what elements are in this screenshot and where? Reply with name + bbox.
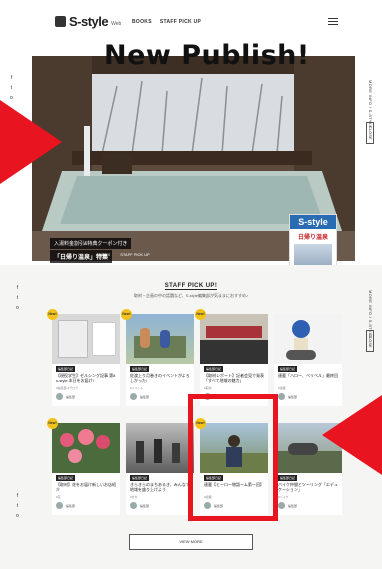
card-category: 編集部日記 <box>278 475 298 481</box>
staff-card[interactable]: 編集部日記 【取材】花をお届け新しいお店紹介 #花 編集部 <box>52 423 120 515</box>
staff-card[interactable]: 編集部日記 【現役学生】ゼルシング記事 第8 s-style 本日をお届け! #… <box>52 314 120 406</box>
instagram-icon[interactable]: o <box>16 513 19 519</box>
hero-caption-small: 入湯料金割引&特典クーポン付き <box>50 238 132 249</box>
card-tags: #まち <box>130 495 138 499</box>
nav-staff-pick-up[interactable]: STAFF PICK UP <box>160 19 201 25</box>
card-thumbnail <box>200 314 268 364</box>
view-more-button[interactable]: VIEW MORE <box>129 534 253 550</box>
card-thumbnail <box>126 423 194 473</box>
site-logo[interactable]: S-style Web <box>55 14 121 29</box>
card-author: 編集部 <box>130 393 149 400</box>
card-author: 編集部 <box>278 393 297 400</box>
staff-pick-title: STAFF PICK UP! <box>164 283 218 290</box>
staff-card[interactable]: 編集部日記 佐渡上り月巻きのイベントがよろしかった! #イベント 編集部 <box>126 314 194 406</box>
facebook-icon[interactable]: f <box>16 285 19 291</box>
avatar <box>278 502 285 509</box>
logo-mark-icon <box>55 16 66 27</box>
new-badge: New! <box>195 309 206 320</box>
card-author: 編集部 <box>56 393 75 400</box>
twitter-icon[interactable]: t <box>10 85 13 91</box>
nav-books[interactable]: BOOKS <box>132 19 152 25</box>
new-badge: New! <box>47 309 58 320</box>
new-badge: New! <box>195 418 206 429</box>
card-tags: #編集部 #ブログ <box>56 386 79 390</box>
avatar <box>130 502 137 509</box>
card-tags: #花 <box>56 495 61 499</box>
avatar <box>56 393 63 400</box>
card-tags: #連載 <box>278 386 286 390</box>
red-arrow-left-icon <box>0 100 62 184</box>
facebook-icon[interactable]: f <box>16 493 19 499</box>
card-tags: #バイク <box>278 495 289 499</box>
card-category: 編集部日記 <box>130 475 150 481</box>
avatar <box>56 502 63 509</box>
staff-pick-subtitle: 取材・企画の中の話題など、S-style編集部が気ままにおすすめ♪ <box>133 293 249 298</box>
card-title: 連載「ハロー、ベリベル」最終回 <box>278 373 338 378</box>
card-title: バイク仲間とツーリング「エデュケーション」 <box>278 482 338 492</box>
side-tab-1[interactable]: CLOSE <box>366 122 374 144</box>
card-category: 編集部日記 <box>56 475 76 481</box>
card-author: 編集部 <box>56 502 75 509</box>
card-title: 【現役学生】ゼルシング記事 第8 s-style 本日をお届け! <box>56 373 116 383</box>
twitter-icon[interactable]: t <box>16 503 19 509</box>
card-tags: #イベント <box>130 386 144 390</box>
magazine-headline: 日帰り温泉 <box>297 235 328 241</box>
card-thumbnail <box>52 423 120 473</box>
menu-icon[interactable] <box>328 18 338 25</box>
highlight-box <box>188 394 278 521</box>
card-category: 編集部日記 <box>204 366 224 372</box>
logo-sub: Web <box>111 20 122 27</box>
card-title: きらきらのまちあるき、みんなで地域を盛り上げよう <box>130 482 190 492</box>
left-social-rail-3: f t o <box>16 493 19 523</box>
new-badge: New! <box>121 309 132 320</box>
new-badge: New! <box>47 418 58 429</box>
avatar <box>130 393 137 400</box>
card-category: 編集部日記 <box>130 366 150 372</box>
magazine-logo: S-style <box>290 215 336 229</box>
card-tags: #取材 <box>204 386 212 390</box>
card-title: 佐渡上り月巻きのイベントがよろしかった! <box>130 373 190 383</box>
hero-links: INDEX STAFF PICK UP <box>98 252 150 257</box>
header: S-style Web BOOKS STAFF PICK UP <box>0 0 382 40</box>
facebook-icon[interactable]: f <box>10 75 13 81</box>
hero-link-staff[interactable]: STAFF PICK UP <box>120 252 149 257</box>
card-title: 【取材レポート】記者会見で発表「すべて地域の魅力」 <box>204 373 264 383</box>
left-social-rail-2: f t o <box>16 285 19 315</box>
red-arrow-right-icon <box>322 395 382 475</box>
top-nav: BOOKS STAFF PICK UP <box>132 19 201 25</box>
card-thumbnail <box>52 314 120 364</box>
card-thumbnail <box>274 314 342 364</box>
twitter-icon[interactable]: t <box>16 295 19 301</box>
staff-card[interactable]: 編集部日記 連載「ハロー、ベリベル」最終回 #連載 編集部 <box>274 314 342 406</box>
card-author: 編集部 <box>278 502 297 509</box>
card-author: 編集部 <box>130 502 149 509</box>
card-category: 編集部日記 <box>56 366 76 372</box>
card-category: 編集部日記 <box>278 366 298 372</box>
side-tab-2[interactable]: CLOSE <box>366 330 374 352</box>
logo-text: S-style <box>69 14 109 29</box>
hero-title: New Publish! <box>104 40 310 71</box>
staff-card[interactable]: 編集部日記 【取材レポート】記者会見で発表「すべて地域の魅力」 #取材 編集部 <box>200 314 268 406</box>
avatar <box>278 393 285 400</box>
staff-card[interactable]: 編集部日記 きらきらのまちあるき、みんなで地域を盛り上げよう #まち 編集部 <box>126 423 194 515</box>
hero-link-index[interactable]: INDEX <box>98 252 110 257</box>
card-title: 【取材】花をお届け新しいお店紹介 <box>56 482 116 492</box>
card-thumbnail <box>126 314 194 364</box>
instagram-icon[interactable]: o <box>16 305 19 311</box>
